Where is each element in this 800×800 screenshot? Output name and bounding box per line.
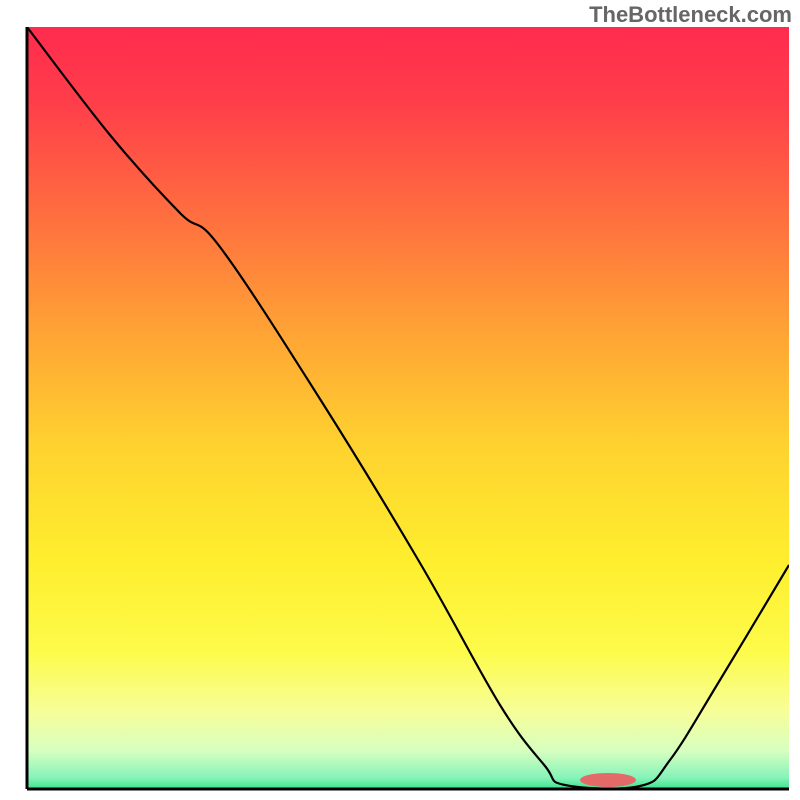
bottleneck-chart (0, 0, 800, 800)
gradient-background (27, 27, 789, 789)
watermark-label: TheBottleneck.com (589, 2, 792, 28)
chart-container: TheBottleneck.com (0, 0, 800, 800)
optimal-marker (580, 773, 636, 787)
